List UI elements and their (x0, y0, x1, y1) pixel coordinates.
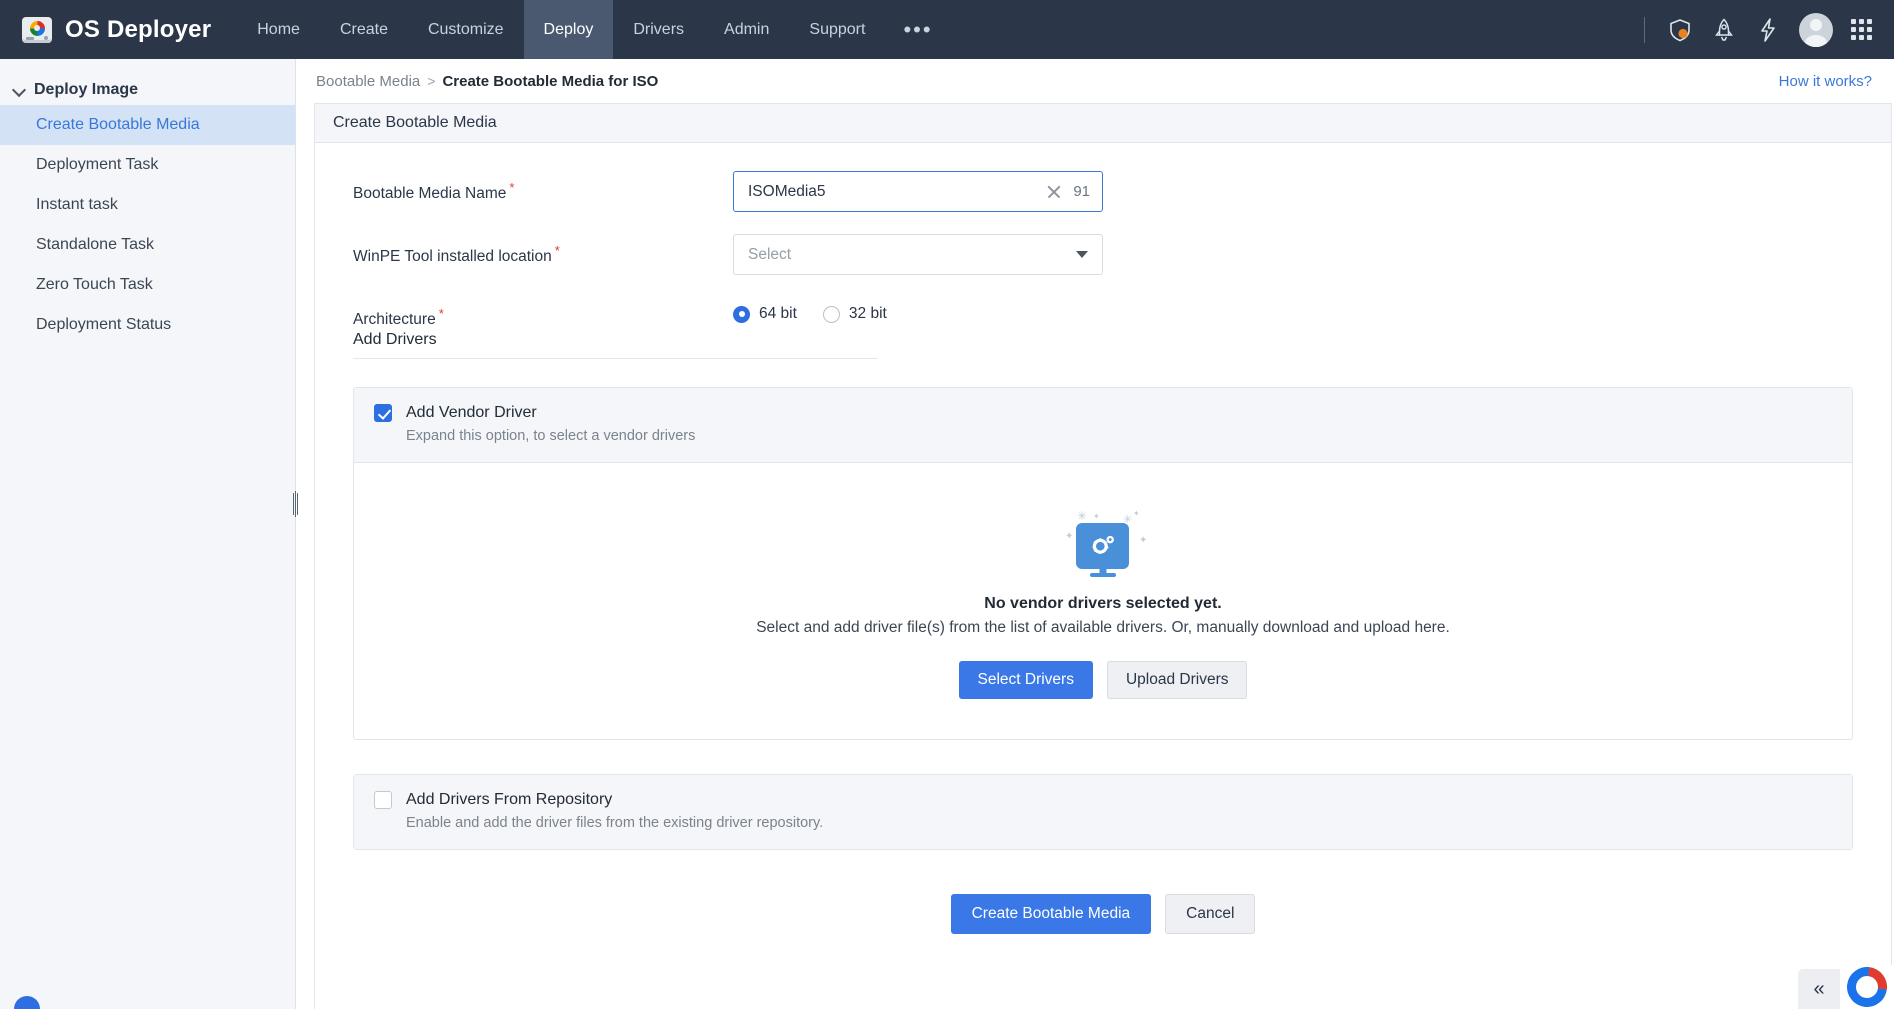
apps-grid-icon[interactable] (1851, 19, 1872, 40)
double-chevron-left-icon[interactable]: « (1798, 969, 1840, 1009)
radio-32-bit[interactable]: 32 bit (823, 305, 887, 323)
brand-name: OS Deployer (65, 16, 211, 44)
architecture-label-text: Architecture (353, 311, 436, 328)
add-vendor-driver-subtitle: Expand this option, to select a vendor d… (406, 428, 1832, 444)
sidebar-item-zero-touch-task[interactable]: Zero Touch Task (0, 265, 295, 305)
form-row-media-name: Bootable Media Name* 91 (353, 171, 1853, 212)
sidebar-item-standalone-task[interactable]: Standalone Task (0, 225, 295, 265)
required-marker: * (509, 180, 514, 195)
radio-indicator (823, 306, 840, 323)
nav-item-admin[interactable]: Admin (704, 0, 789, 59)
winpe-location-select[interactable]: Select (733, 234, 1103, 275)
required-marker: * (555, 243, 560, 258)
sidebar-item-instant-task[interactable]: Instant task (0, 185, 295, 225)
radio-64-bit-label: 64 bit (759, 305, 797, 323)
chevron-down-icon (14, 84, 26, 96)
sidebar-item-create-bootable-media[interactable]: Create Bootable Media (0, 105, 295, 145)
rocket-icon[interactable] (1711, 17, 1737, 43)
floating-chat-widget: « (1798, 965, 1894, 1009)
nav-divider (1644, 17, 1645, 43)
close-icon[interactable] (1045, 183, 1063, 201)
vendor-driver-card-header: Add Vendor Driver Expand this option, to… (354, 388, 1852, 463)
sidebar-group-label: Deploy Image (34, 81, 138, 99)
cancel-button[interactable]: Cancel (1165, 894, 1255, 934)
empty-state-description: Select and add driver file(s) from the l… (756, 619, 1450, 637)
breadcrumb-separator: > (427, 73, 435, 89)
form-row-architecture: Architecture* 64 bit 32 bit (353, 297, 1853, 329)
breadcrumb-parent[interactable]: Bootable Media (316, 73, 420, 90)
add-drivers-section-title: Add Drivers (353, 331, 878, 359)
media-name-label-text: Bootable Media Name (353, 185, 506, 202)
repository-title: Add Drivers From Repository (406, 791, 612, 809)
sidebar-item-deployment-task[interactable]: Deployment Task (0, 145, 295, 185)
brand[interactable]: OS Deployer (0, 0, 237, 59)
radio-32-bit-label: 32 bit (849, 305, 887, 323)
sidebar-resize-handle[interactable] (289, 489, 301, 519)
repository-subtitle: Enable and add the driver files from the… (406, 815, 1832, 831)
user-avatar[interactable] (1799, 13, 1833, 47)
chat-widget-logo[interactable] (1840, 965, 1894, 1009)
main-content: Bootable Media > Create Bootable Media f… (296, 59, 1894, 1009)
upload-drivers-button[interactable]: Upload Drivers (1107, 661, 1248, 699)
architecture-radio-group: 64 bit 32 bit (733, 297, 887, 323)
monitor-gear-icon: ✦ ✳ ✦ ✳ ✦ ✦ (1043, 509, 1163, 581)
how-it-works-link[interactable]: How it works? (1779, 73, 1872, 90)
architecture-label: Architecture* (353, 297, 733, 329)
sidebar-group-deploy-image[interactable]: Deploy Image (0, 75, 295, 105)
breadcrumb-current: Create Bootable Media for ISO (442, 73, 658, 90)
main-nav-items: Home Create Customize Deploy Drivers Adm… (237, 0, 950, 59)
vendor-driver-empty-state: ✦ ✳ ✦ ✳ ✦ ✦ (354, 463, 1852, 739)
nav-item-support[interactable]: Support (789, 0, 885, 59)
winpe-location-label-text: WinPE Tool installed location (353, 248, 552, 265)
winpe-location-label: WinPE Tool installed location* (353, 234, 733, 266)
panel-body: Bootable Media Name* 91 WinPE Tool insta… (315, 143, 1891, 1009)
nav-right-actions (1644, 0, 1894, 59)
repository-driver-card: Add Drivers From Repository Enable and a… (353, 774, 1853, 850)
disc-drive-icon (22, 17, 52, 43)
create-bootable-media-panel: Create Bootable Media Bootable Media Nam… (314, 103, 1892, 1009)
panel-title: Create Bootable Media (315, 104, 1891, 143)
form-row-winpe-location: WinPE Tool installed location* Select (353, 234, 1853, 275)
vendor-driver-card: Add Vendor Driver Expand this option, to… (353, 387, 1853, 740)
create-bootable-media-button[interactable]: Create Bootable Media (951, 894, 1152, 934)
add-drivers-from-repository-checkbox[interactable] (374, 791, 392, 809)
top-navigation-bar: OS Deployer Home Create Customize Deploy… (0, 0, 1894, 59)
lightning-bolt-icon[interactable] (1755, 17, 1781, 43)
nav-overflow-button[interactable]: ••• (885, 0, 950, 59)
nav-item-customize[interactable]: Customize (408, 0, 524, 59)
sidebar-item-deployment-status[interactable]: Deployment Status (0, 305, 295, 345)
nav-item-create[interactable]: Create (320, 0, 408, 59)
form-footer-actions: Create Bootable Media Cancel (353, 894, 1853, 934)
empty-state-heading: No vendor drivers selected yet. (984, 595, 1221, 613)
add-vendor-driver-checkbox[interactable] (374, 404, 392, 422)
page-body: Deploy Image Create Bootable Media Deplo… (0, 59, 1894, 1009)
sidebar: Deploy Image Create Bootable Media Deplo… (0, 59, 296, 1009)
nav-item-home[interactable]: Home (237, 0, 320, 59)
character-counter: 91 (1073, 183, 1090, 200)
select-drivers-button[interactable]: Select Drivers (959, 661, 1093, 699)
chevron-down-icon (1076, 251, 1088, 258)
repository-card-header: Add Drivers From Repository Enable and a… (354, 775, 1852, 849)
nav-item-drivers[interactable]: Drivers (613, 0, 704, 59)
nav-item-deploy[interactable]: Deploy (524, 0, 614, 59)
media-name-input-wrapper[interactable]: 91 (733, 171, 1103, 212)
add-vendor-driver-title: Add Vendor Driver (406, 404, 537, 422)
empty-state-actions: Select Drivers Upload Drivers (959, 661, 1248, 699)
media-name-label: Bootable Media Name* (353, 171, 733, 203)
radio-64-bit[interactable]: 64 bit (733, 305, 797, 323)
winpe-location-placeholder: Select (748, 246, 791, 264)
shield-icon[interactable] (1667, 17, 1693, 43)
radio-indicator (733, 306, 750, 323)
required-marker: * (439, 306, 444, 321)
breadcrumb: Bootable Media > Create Bootable Media f… (296, 59, 1894, 103)
media-name-input[interactable] (748, 183, 1045, 201)
